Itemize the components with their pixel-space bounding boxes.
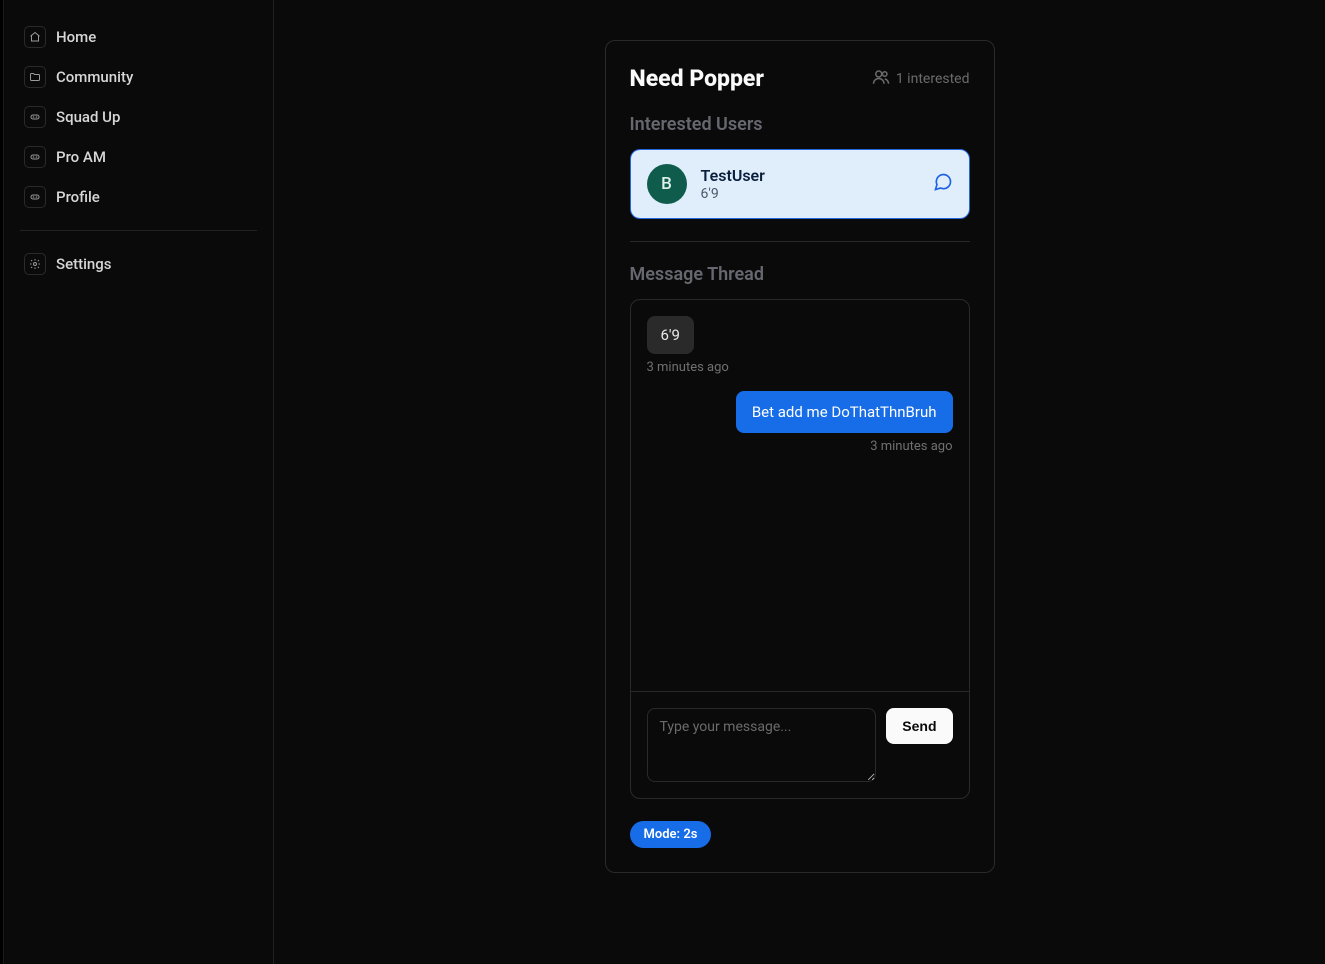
card-header: Need Popper 1 interested bbox=[630, 65, 970, 92]
section-divider bbox=[630, 241, 970, 242]
gear-icon bbox=[24, 253, 46, 275]
message-thread: 6'9 3 minutes ago Bet add me DoThatThnBr… bbox=[630, 299, 970, 799]
sidebar-item-home[interactable]: Home bbox=[16, 18, 261, 56]
sidebar-divider bbox=[20, 230, 257, 231]
avatar: B bbox=[647, 164, 687, 204]
post-card: Need Popper 1 interested Interested User… bbox=[605, 40, 995, 873]
sidebar-menu: Home Community Squad Up Pro AM Profile bbox=[16, 18, 261, 283]
sidebar-item-label: Profile bbox=[56, 188, 100, 206]
send-button[interactable]: Send bbox=[886, 708, 952, 744]
mode-badge: Mode: 2s bbox=[630, 821, 712, 848]
controller-icon bbox=[24, 186, 46, 208]
sidebar-item-label: Community bbox=[56, 68, 133, 86]
user-info: TestUser 6'9 bbox=[701, 166, 919, 202]
message-input[interactable] bbox=[647, 708, 877, 782]
message-incoming: 6'9 3 minutes ago bbox=[647, 316, 953, 375]
interested-text: 1 interested bbox=[896, 71, 970, 87]
section-users-title: Interested Users bbox=[630, 114, 970, 135]
controller-icon bbox=[24, 106, 46, 128]
composer: Send bbox=[631, 691, 969, 798]
controller-icon bbox=[24, 146, 46, 168]
sidebar-item-label: Home bbox=[56, 28, 96, 46]
message-bubble: 6'9 bbox=[647, 316, 694, 354]
sidebar-item-settings[interactable]: Settings bbox=[16, 245, 261, 283]
sidebar-item-profile[interactable]: Profile bbox=[16, 178, 261, 216]
main-content: Need Popper 1 interested Interested User… bbox=[274, 0, 1325, 964]
folder-icon bbox=[24, 66, 46, 88]
sidebar-item-squad-up[interactable]: Squad Up bbox=[16, 98, 261, 136]
message-outgoing: Bet add me DoThatThnBruh 3 minutes ago bbox=[647, 391, 953, 454]
users-icon bbox=[872, 68, 890, 90]
sidebar-item-label: Pro AM bbox=[56, 148, 106, 166]
sidebar: Home Community Squad Up Pro AM Profile bbox=[4, 0, 274, 964]
post-title: Need Popper bbox=[630, 65, 764, 92]
sidebar-item-label: Squad Up bbox=[56, 108, 120, 126]
user-sub: 6'9 bbox=[701, 186, 919, 202]
user-name: TestUser bbox=[701, 166, 919, 185]
message-time: 3 minutes ago bbox=[647, 360, 729, 375]
section-thread-title: Message Thread bbox=[630, 264, 970, 285]
interested-user-card[interactable]: B TestUser 6'9 bbox=[630, 149, 970, 219]
messages-area[interactable]: 6'9 3 minutes ago Bet add me DoThatThnBr… bbox=[631, 300, 969, 691]
message-bubble: Bet add me DoThatThnBruh bbox=[736, 391, 953, 433]
interested-count: 1 interested bbox=[872, 68, 970, 90]
message-time: 3 minutes ago bbox=[870, 439, 952, 454]
sidebar-item-pro-am[interactable]: Pro AM bbox=[16, 138, 261, 176]
sidebar-item-label: Settings bbox=[56, 255, 112, 273]
sidebar-item-community[interactable]: Community bbox=[16, 58, 261, 96]
chat-icon bbox=[933, 172, 953, 196]
home-icon bbox=[24, 26, 46, 48]
